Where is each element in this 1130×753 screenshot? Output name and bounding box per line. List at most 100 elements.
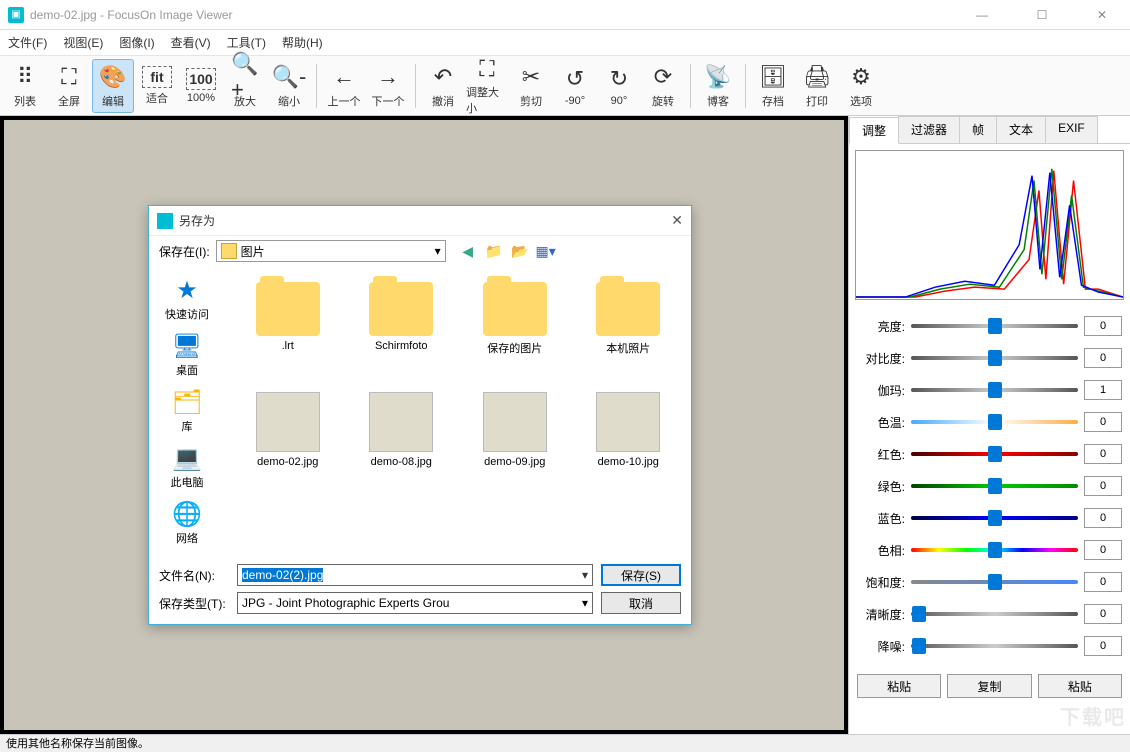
adj-value[interactable]: 0 [1084, 316, 1122, 336]
adj-slider[interactable] [911, 445, 1078, 463]
copy-button[interactable]: 复制 [947, 674, 1031, 698]
adjustment-row: 饱和度:0 [857, 566, 1122, 598]
tool-下一个[interactable]: →下一个 [367, 59, 409, 113]
adj-slider[interactable] [911, 573, 1078, 591]
maximize-button[interactable]: ☐ [1022, 8, 1062, 22]
adj-slider[interactable] [911, 541, 1078, 559]
sidebar-item-快速访问[interactable]: ★快速访问 [165, 276, 209, 322]
tool-90°[interactable]: ↻90° [598, 59, 640, 113]
save-button[interactable]: 保存(S) [601, 564, 681, 586]
adj-slider[interactable] [911, 413, 1078, 431]
tool-剪切[interactable]: ✂剪切 [510, 59, 552, 113]
tool-label: 旋转 [652, 93, 674, 109]
adj-value[interactable]: 0 [1084, 604, 1122, 624]
tool-编辑[interactable]: 🎨编辑 [92, 59, 134, 113]
adjustment-row: 色相:0 [857, 534, 1122, 566]
file-item[interactable]: demo-09.jpg [460, 388, 570, 498]
dialog-title-bar: 另存为 ✕ [149, 206, 691, 236]
adj-slider[interactable] [911, 477, 1078, 495]
sidebar-item-桌面[interactable]: 🖥桌面 [171, 332, 203, 378]
adj-value[interactable]: 1 [1084, 380, 1122, 400]
filename-input[interactable]: demo-02(2).jpg▾ [237, 564, 593, 586]
menu-item[interactable]: 文件(F) [8, 34, 47, 51]
folder-item[interactable]: 本机照片 [574, 274, 684, 384]
tool-选项[interactable]: ⚙选项 [840, 59, 882, 113]
menu-item[interactable]: 查看(V) [171, 34, 211, 51]
folder-item[interactable]: 保存的图片 [460, 274, 570, 384]
file-browser[interactable]: .lrtSchirmfoto保存的图片本机照片demo-02.jpgdemo-0… [225, 266, 691, 558]
panel-tab-调整[interactable]: 调整 [849, 117, 899, 144]
folder-item[interactable]: .lrt [233, 274, 343, 384]
file-item[interactable]: demo-02.jpg [233, 388, 343, 498]
adj-slider[interactable] [911, 637, 1078, 655]
tool-列表[interactable]: ⠿列表 [4, 59, 46, 113]
adj-value[interactable]: 0 [1084, 444, 1122, 464]
tool--90°[interactable]: ↺-90° [554, 59, 596, 113]
up-folder-icon[interactable]: 📁 [484, 241, 504, 261]
dialog-close-button[interactable]: ✕ [671, 212, 683, 229]
adj-slider[interactable] [911, 317, 1078, 335]
adj-label: 亮度: [857, 318, 905, 335]
adj-slider[interactable] [911, 349, 1078, 367]
menu-item[interactable]: 工具(T) [227, 34, 266, 51]
save-in-combo[interactable]: 图片 ▾ [216, 240, 446, 262]
tool-适合[interactable]: fit适合 [136, 59, 178, 113]
panel-tab-文本[interactable]: 文本 [996, 116, 1046, 143]
tool-icon: 🖨 [803, 63, 831, 91]
tool-存档[interactable]: 🗄存档 [752, 59, 794, 113]
tool-缩小[interactable]: 🔍-缩小 [268, 59, 310, 113]
sidebar-item-此电脑[interactable]: 💻此电脑 [171, 444, 204, 490]
menu-item[interactable]: 图像(I) [119, 34, 154, 51]
menu-item[interactable]: 帮助(H) [282, 34, 323, 51]
adj-slider[interactable] [911, 381, 1078, 399]
sidebar-label: 库 [182, 418, 193, 434]
folder-icon [369, 282, 433, 336]
sidebar-item-库[interactable]: 🗂库 [171, 388, 203, 434]
tool-icon: fit [142, 66, 172, 88]
adj-value[interactable]: 0 [1084, 540, 1122, 560]
paste-button[interactable]: 粘贴 [857, 674, 941, 698]
menu-item[interactable]: 视图(E) [63, 34, 103, 51]
adj-value[interactable]: 0 [1084, 572, 1122, 592]
sidebar-item-网络[interactable]: 🌐网络 [171, 500, 203, 546]
tool-撤消[interactable]: ↶撤消 [422, 59, 464, 113]
back-icon[interactable]: ◀ [458, 241, 478, 261]
panel-tab-过滤器[interactable]: 过滤器 [898, 116, 960, 143]
tool-上一个[interactable]: ←上一个 [323, 59, 365, 113]
cancel-button[interactable]: 取消 [601, 592, 681, 614]
adj-value[interactable]: 0 [1084, 412, 1122, 432]
minimize-button[interactable]: — [962, 8, 1002, 22]
adj-value[interactable]: 0 [1084, 476, 1122, 496]
panel-tab-EXIF[interactable]: EXIF [1045, 116, 1098, 143]
folder-item[interactable]: Schirmfoto [347, 274, 457, 384]
sidebar-icon: 🗂 [171, 388, 203, 416]
tool-全屏[interactable]: ⛶全屏 [48, 59, 90, 113]
adj-value[interactable]: 0 [1084, 636, 1122, 656]
tool-label: 全屏 [58, 93, 80, 109]
paste2-button[interactable]: 粘贴 [1038, 674, 1122, 698]
tool-icon: → [374, 63, 402, 91]
tool-旋转[interactable]: ⟳旋转 [642, 59, 684, 113]
close-button[interactable]: ✕ [1082, 8, 1122, 22]
view-mode-icon[interactable]: ▦▾ [536, 241, 556, 261]
adj-slider[interactable] [911, 605, 1078, 623]
file-item[interactable]: demo-10.jpg [574, 388, 684, 498]
adjustment-row: 对比度:0 [857, 342, 1122, 374]
adjustment-row: 蓝色:0 [857, 502, 1122, 534]
tool-打印[interactable]: 🖨打印 [796, 59, 838, 113]
adj-value[interactable]: 0 [1084, 508, 1122, 528]
new-folder-icon[interactable]: 📂 [510, 241, 530, 261]
adj-value[interactable]: 0 [1084, 348, 1122, 368]
tool-100%[interactable]: 100100% [180, 59, 222, 113]
tool-调整大小[interactable]: ⛶调整大小 [466, 59, 508, 113]
sidebar-label: 桌面 [176, 362, 198, 378]
thumbnail-icon [596, 392, 660, 452]
adj-slider[interactable] [911, 509, 1078, 527]
filetype-combo[interactable]: JPG - Joint Photographic Experts Grou▾ [237, 592, 593, 614]
toolbar-separator [745, 64, 746, 108]
tool-放大[interactable]: 🔍+放大 [224, 59, 266, 113]
adjustments-list: 亮度:0对比度:0伽玛:1色温:0红色:0绿色:0蓝色:0色相:0饱和度:0清晰… [849, 306, 1130, 666]
file-item[interactable]: demo-08.jpg [347, 388, 457, 498]
tool-博客[interactable]: 📡博客 [697, 59, 739, 113]
panel-tab-帧[interactable]: 帧 [959, 116, 997, 143]
